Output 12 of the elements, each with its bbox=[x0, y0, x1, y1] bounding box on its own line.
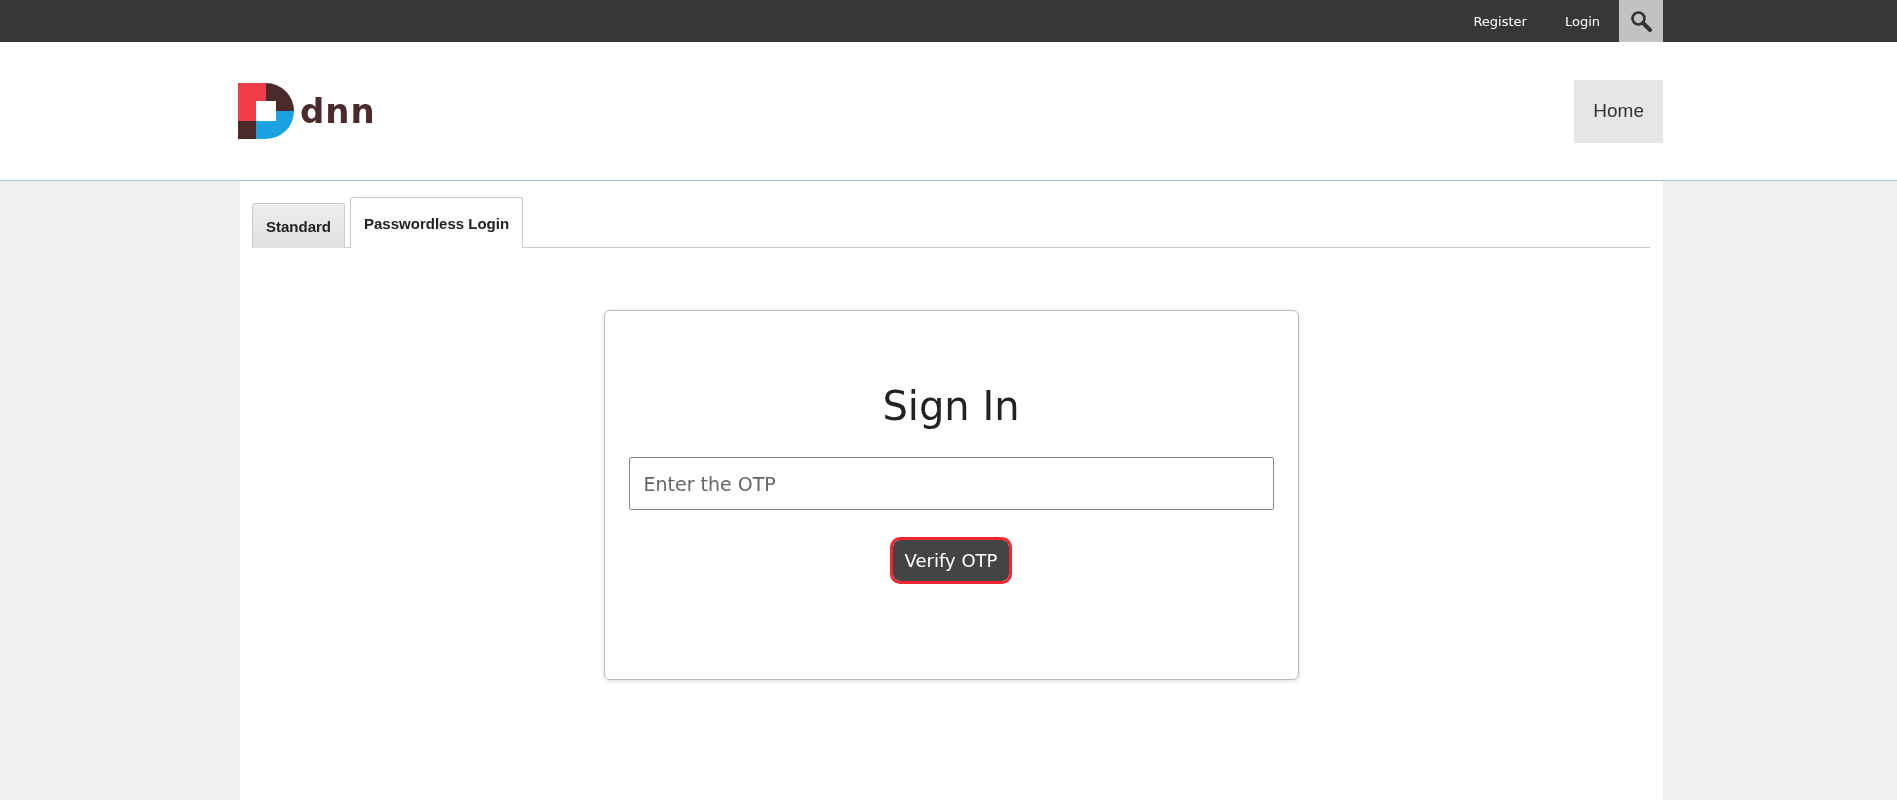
logo-text: dnn bbox=[300, 91, 376, 131]
search-button[interactable] bbox=[1619, 0, 1663, 42]
search-icon bbox=[1630, 10, 1652, 32]
verify-button[interactable]: Verify OTP bbox=[892, 540, 1010, 581]
top-link[interactable]: Login bbox=[1545, 0, 1619, 42]
top-link[interactable]: Register bbox=[1454, 0, 1546, 42]
tab[interactable]: Standard bbox=[252, 203, 345, 248]
nav-item[interactable]: Home bbox=[1574, 79, 1663, 143]
logo-icon bbox=[238, 83, 294, 139]
tab[interactable]: Passwordless Login bbox=[350, 197, 524, 248]
card-title: Sign In bbox=[882, 383, 1020, 429]
otp-field[interactable]: Enter the OTP bbox=[628, 457, 1274, 510]
